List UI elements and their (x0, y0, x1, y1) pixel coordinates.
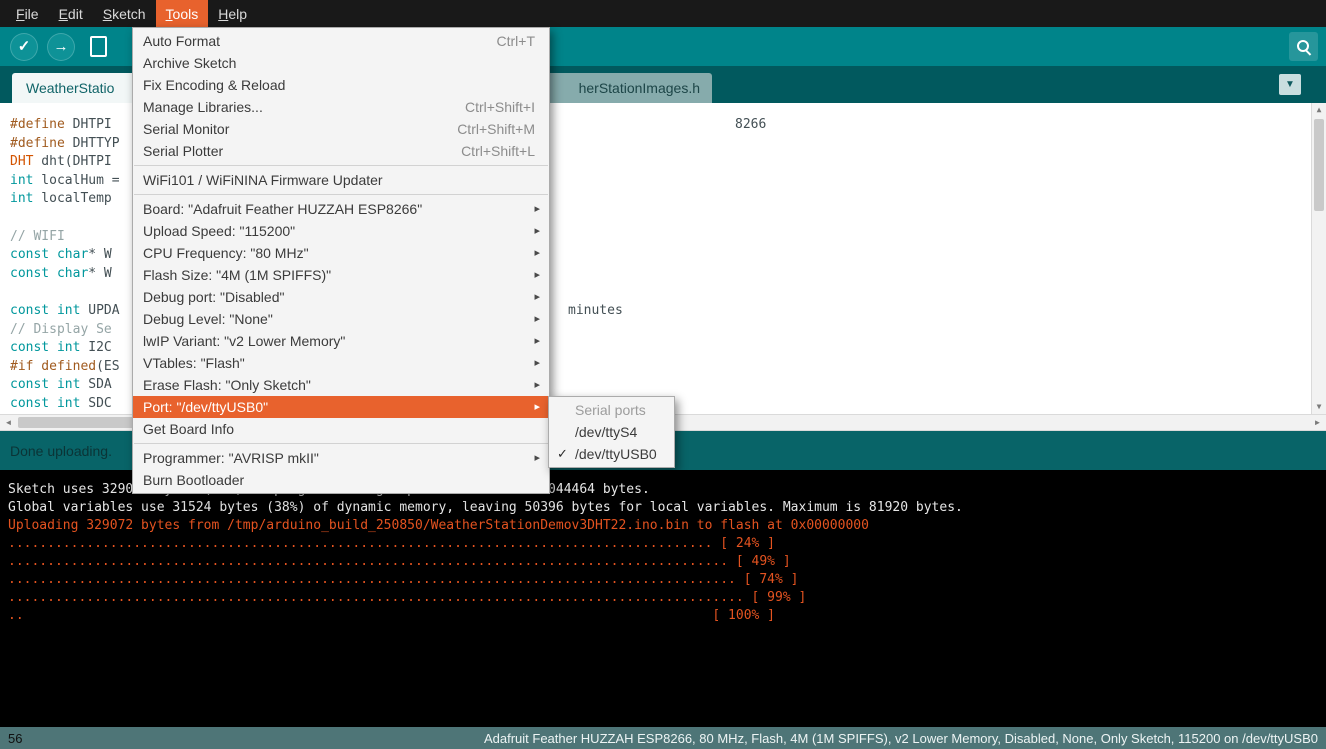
board-info: Adafruit Feather HUZZAH ESP8266, 80 MHz,… (484, 731, 1318, 746)
console-output: Sketch uses 329072 bytes (31%) of progra… (0, 470, 1326, 727)
console-line: .. [ 100% ] (8, 608, 1326, 626)
code-line: // Display Se (10, 322, 120, 341)
console-line: ........................................… (8, 554, 1326, 572)
console-line: Uploading 329072 bytes from /tmp/arduino… (8, 518, 1326, 536)
scroll-up-icon[interactable] (1312, 103, 1326, 117)
code-fragment: 8266 (735, 117, 766, 132)
menu-help-label: Help (218, 6, 247, 22)
menu-item-burn-bootloader[interactable]: Burn Bootloader (133, 469, 549, 491)
menu-tools-label: Tools (166, 6, 199, 22)
menu-item-archive-sketch[interactable]: Archive Sketch (133, 52, 549, 74)
port-submenu: Serial ports /dev/ttyS4 /dev/ttyUSB0 (548, 396, 675, 468)
menu-item-port[interactable]: Port: "/dev/ttyUSB0" (133, 396, 549, 418)
menu-tools[interactable]: Tools (156, 0, 209, 27)
shortcut-label: Ctrl+Shift+I (465, 96, 535, 118)
console-line: ........................................… (8, 572, 1326, 590)
new-sketch-button[interactable] (84, 33, 112, 61)
magnifier-icon (1296, 39, 1312, 55)
menu-item-manage-libraries[interactable]: Manage Libraries...Ctrl+Shift+I (133, 96, 549, 118)
menu-sketch[interactable]: Sketch (93, 0, 156, 27)
menu-help[interactable]: Help (208, 0, 257, 27)
scroll-down-icon[interactable] (1312, 400, 1326, 414)
menu-item-vtables[interactable]: VTables: "Flash" (133, 352, 549, 374)
submenu-header-serial-ports: Serial ports (549, 399, 674, 421)
menu-item-upload-speed[interactable]: Upload Speed: "115200" (133, 220, 549, 242)
tab-label: herStationImages.h (579, 80, 700, 96)
vertical-scroll-thumb[interactable] (1314, 119, 1324, 211)
code-line (10, 284, 120, 303)
submenu-item-ttyusb0[interactable]: /dev/ttyUSB0 (549, 443, 674, 465)
status-message: Done uploading. (10, 443, 112, 459)
console-line: ........................................… (8, 590, 1326, 608)
menu-item-cpu-frequency[interactable]: CPU Frequency: "80 MHz" (133, 242, 549, 264)
code-line: // WIFI (10, 229, 120, 248)
code-line: const char* W (10, 266, 120, 285)
submenu-item-ttys4[interactable]: /dev/ttyS4 (549, 421, 674, 443)
menu-file[interactable]: File (6, 0, 49, 27)
code-line: const int SDC (10, 396, 120, 414)
page-icon (90, 36, 107, 57)
arrow-right-icon: → (54, 39, 69, 54)
code-line: DHT dht(DHTPI (10, 154, 120, 173)
code-line: #define DHTPI (10, 117, 120, 136)
menu-edit-label: Edit (59, 6, 83, 22)
upload-button[interactable]: → (47, 33, 75, 61)
tab-label: WeatherStatio (26, 80, 114, 96)
shortcut-label: Ctrl+Shift+M (457, 118, 535, 140)
menu-item-wifi-firmware-updater[interactable]: WiFi101 / WiFiNINA Firmware Updater (133, 169, 549, 191)
menu-item-get-board-info[interactable]: Get Board Info (133, 418, 549, 440)
menu-edit[interactable]: Edit (49, 0, 93, 27)
vertical-scrollbar[interactable] (1311, 103, 1326, 414)
menubar: File Edit Sketch Tools Help (0, 0, 1326, 27)
menu-item-debug-level[interactable]: Debug Level: "None" (133, 308, 549, 330)
tab-weatherstation-sketch[interactable]: WeatherStatio (12, 73, 140, 103)
menu-sketch-label: Sketch (103, 6, 146, 22)
scroll-left-icon[interactable] (0, 415, 17, 430)
code-line: const int UPDA (10, 303, 120, 322)
menu-item-serial-monitor[interactable]: Serial MonitorCtrl+Shift+M (133, 118, 549, 140)
menu-file-label: File (16, 6, 39, 22)
code-line (10, 210, 120, 229)
code-line: int localHum = (10, 173, 120, 192)
menu-item-fix-encoding[interactable]: Fix Encoding & Reload (133, 74, 549, 96)
menu-item-debug-port[interactable]: Debug port: "Disabled" (133, 286, 549, 308)
verify-button[interactable]: ✓ (10, 33, 38, 61)
serial-monitor-button[interactable] (1289, 32, 1318, 61)
menu-separator (134, 165, 548, 166)
code-line: int localTemp (10, 191, 120, 210)
scroll-right-icon[interactable] (1309, 415, 1326, 430)
code-line: #if defined(ES (10, 359, 120, 378)
console-line: ........................................… (8, 536, 1326, 554)
menu-separator (134, 443, 548, 444)
menu-item-auto-format[interactable]: Auto FormatCtrl+T (133, 30, 549, 52)
status-bar: 56 Adafruit Feather HUZZAH ESP8266, 80 M… (0, 727, 1326, 749)
menu-item-serial-plotter[interactable]: Serial PlotterCtrl+Shift+L (133, 140, 549, 162)
code-line: const char* W (10, 247, 120, 266)
menu-item-flash-size[interactable]: Flash Size: "4M (1M SPIFFS)" (133, 264, 549, 286)
code-line: const int I2C (10, 340, 120, 359)
tools-menu: Auto FormatCtrl+T Archive Sketch Fix Enc… (132, 27, 550, 494)
code-line: const int SDA (10, 377, 120, 396)
code-line: #define DHTTYP (10, 136, 120, 155)
code-area: #define DHTPI #define DHTTYP DHT dht(DHT… (10, 117, 120, 414)
console-line: Global variables use 31524 bytes (38%) o… (8, 500, 1326, 518)
shortcut-label: Ctrl+Shift+L (461, 140, 535, 162)
menu-item-lwip-variant[interactable]: lwIP Variant: "v2 Lower Memory" (133, 330, 549, 352)
tab-list-button[interactable]: ▼ (1279, 74, 1301, 95)
code-fragment: minutes (568, 303, 623, 318)
chevron-down-icon: ▼ (1285, 79, 1295, 90)
shortcut-label: Ctrl+T (497, 30, 536, 52)
menu-item-programmer[interactable]: Programmer: "AVRISP mkII" (133, 447, 549, 469)
menu-separator (134, 194, 548, 195)
menu-item-board[interactable]: Board: "Adafruit Feather HUZZAH ESP8266" (133, 198, 549, 220)
menu-item-erase-flash[interactable]: Erase Flash: "Only Sketch" (133, 374, 549, 396)
check-icon: ✓ (18, 39, 31, 54)
cursor-line-indicator: 56 (8, 731, 22, 746)
